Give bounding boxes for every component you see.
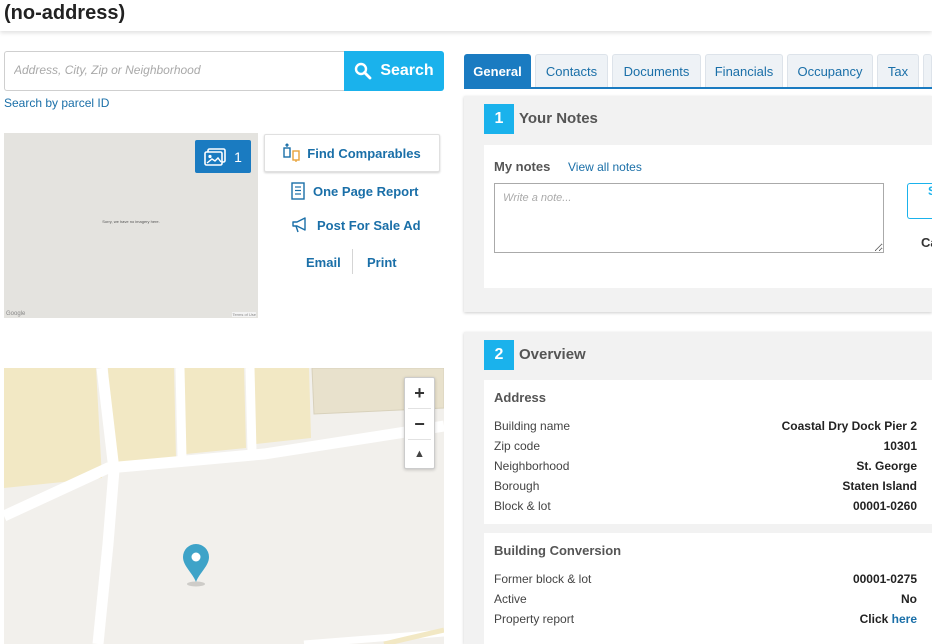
map[interactable]	[4, 368, 444, 644]
detail-row: Borough Staten Island	[494, 479, 917, 499]
map-road-1	[180, 368, 182, 458]
zip-code-label: Zip code	[494, 439, 540, 453]
tab-documents[interactable]: Documents	[612, 54, 701, 87]
address-card: Address Building name Coastal Dry Dock P…	[484, 380, 932, 524]
notes-panel-title: Your Notes	[519, 110, 598, 127]
search-button-label: Search	[380, 62, 433, 80]
view-all-notes-link[interactable]: View all notes	[568, 160, 642, 174]
detail-row: Building name Coastal Dry Dock Pier 2	[494, 419, 917, 439]
top-bar: (no-address)	[0, 0, 932, 31]
megaphone-icon	[291, 216, 309, 234]
no-imagery-message: Sorry, we have no imagery here.	[4, 219, 258, 224]
property-report-label: Property report	[494, 612, 574, 626]
search-input[interactable]	[4, 51, 344, 89]
cancel-note-link[interactable]: Cancel	[921, 235, 932, 250]
document-icon	[291, 182, 305, 200]
tab-contacts[interactable]: Contacts	[535, 54, 608, 87]
neighborhood-value: St. George	[856, 459, 917, 473]
email-link[interactable]: Email	[306, 255, 341, 270]
photos-button[interactable]: 1	[195, 140, 251, 173]
active-label: Active	[494, 592, 527, 606]
search-button[interactable]: Search	[344, 51, 444, 91]
tab-more[interactable]	[923, 54, 932, 87]
neighborhood-label: Neighborhood	[494, 459, 569, 473]
address-section-title: Address	[494, 390, 546, 405]
compass-reset-button[interactable]: ▲	[405, 439, 434, 469]
map-parcel-left	[4, 368, 102, 488]
action-divider	[352, 249, 353, 274]
property-report-here-link[interactable]: here	[892, 612, 917, 626]
find-comparables-button[interactable]: Find Comparables	[264, 134, 440, 172]
overview-step-number: 2	[484, 340, 514, 370]
google-logo: Google	[6, 311, 25, 317]
tab-occupancy[interactable]: Occupancy	[787, 54, 873, 87]
map-canvas	[4, 368, 444, 644]
zip-code-value: 10301	[884, 439, 917, 453]
conversion-section-title: Building Conversion	[494, 543, 621, 558]
comparables-icon	[283, 143, 301, 163]
note-textarea[interactable]	[494, 183, 884, 253]
one-page-report-link[interactable]: One Page Report	[291, 182, 418, 200]
notes-step-number: 1	[484, 104, 514, 134]
print-link[interactable]: Print	[367, 255, 397, 270]
detail-row: Property report Click here	[494, 612, 917, 632]
property-report-value: Click here	[860, 612, 917, 626]
detail-row: Block & lot 00001-0260	[494, 499, 917, 519]
map-parcel-1	[108, 368, 176, 463]
detail-row: Active No	[494, 592, 917, 612]
tab-general[interactable]: General	[464, 54, 531, 87]
terms-link[interactable]: Terms of Use	[232, 312, 256, 317]
zoom-in-button[interactable]: +	[405, 378, 434, 408]
find-comparables-label: Find Comparables	[307, 146, 420, 161]
zoom-control: + − ▲	[404, 377, 435, 469]
notes-card: My notes View all notes Save Cancel	[484, 145, 932, 288]
compass-icon: ▲	[414, 448, 425, 460]
tab-underline	[464, 87, 932, 89]
my-notes-label: My notes	[494, 159, 550, 174]
borough-label: Borough	[494, 479, 539, 493]
tab-tax[interactable]: Tax	[877, 54, 919, 87]
search-by-parcel-link[interactable]: Search by parcel ID	[4, 96, 109, 110]
post-for-sale-label: Post For Sale Ad	[317, 218, 421, 233]
search-icon	[354, 62, 372, 80]
block-lot-label: Block & lot	[494, 499, 551, 513]
property-report-click-text: Click	[860, 612, 889, 626]
block-lot-value: 00001-0260	[853, 499, 917, 513]
map-parcel-3	[254, 368, 311, 444]
save-note-button[interactable]: Save	[907, 183, 932, 219]
borough-value: Staten Island	[842, 479, 917, 493]
detail-row: Zip code 10301	[494, 439, 917, 459]
building-name-value: Coastal Dry Dock Pier 2	[782, 419, 917, 433]
tab-financials[interactable]: Financials	[705, 54, 783, 87]
notes-panel: 1 Your Notes My notes View all notes Sav…	[464, 96, 932, 312]
map-road-2	[250, 368, 252, 452]
post-for-sale-link[interactable]: Post For Sale Ad	[291, 216, 421, 234]
page-title: (no-address)	[4, 2, 125, 25]
former-block-lot-value: 00001-0275	[853, 572, 917, 586]
photo-count: 1	[234, 149, 242, 165]
overview-panel-title: Overview	[519, 346, 586, 363]
former-block-lot-label: Former block & lot	[494, 572, 591, 586]
detail-row: Neighborhood St. George	[494, 459, 917, 479]
active-value: No	[901, 592, 917, 606]
map-parcel-2	[184, 368, 246, 454]
overview-panel: 2 Overview Address Building name Coastal…	[464, 332, 932, 644]
one-page-report-label: One Page Report	[313, 184, 418, 199]
conversion-card: Building Conversion Former block & lot 0…	[484, 533, 932, 644]
building-name-label: Building name	[494, 419, 570, 433]
zoom-out-button[interactable]: −	[405, 409, 434, 439]
detail-row: Former block & lot 00001-0275	[494, 572, 917, 592]
photo-gallery-icon	[204, 148, 226, 166]
